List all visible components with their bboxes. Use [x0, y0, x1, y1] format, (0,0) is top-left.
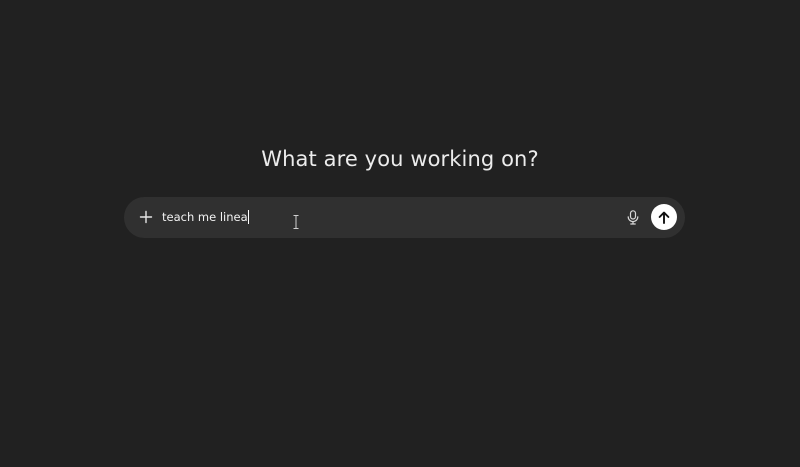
prompt-composer[interactable]: teach me linea: [124, 197, 685, 238]
microphone-icon: [627, 209, 639, 225]
send-button[interactable]: [651, 204, 677, 230]
plus-icon: [139, 210, 153, 224]
prompt-input[interactable]: teach me linea: [162, 207, 602, 227]
prompt-input-value: teach me linea: [162, 210, 248, 224]
chat-page: What are you working on? teach me linea: [0, 0, 800, 467]
arrow-up-icon: [658, 211, 670, 224]
text-caret: [247, 210, 249, 224]
voice-input-button[interactable]: [624, 208, 642, 226]
page-title: What are you working on?: [261, 147, 539, 171]
add-attachment-button[interactable]: [135, 206, 157, 228]
text-cursor-icon: [293, 215, 299, 229]
